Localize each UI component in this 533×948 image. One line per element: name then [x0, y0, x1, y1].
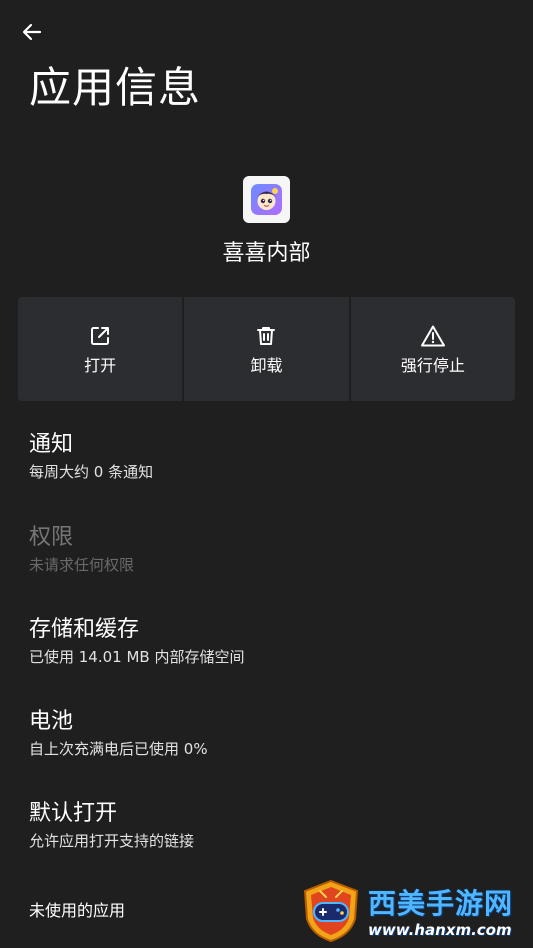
- setting-storage[interactable]: 存储和缓存 已使用 14.01 MB 内部存储空间: [29, 615, 509, 668]
- uninstall-label: 卸载: [250, 356, 283, 375]
- setting-open-by-default[interactable]: 默认打开 允许应用打开支持的链接: [29, 799, 509, 852]
- open-external-icon: [87, 323, 113, 349]
- setting-title: 权限: [29, 525, 74, 550]
- trash-icon: [253, 323, 279, 349]
- uninstall-button[interactable]: 卸载: [184, 297, 349, 401]
- setting-subtitle: 已使用 14.01 MB 内部存储空间: [29, 648, 245, 666]
- watermark-url: www.hanxm.com: [368, 921, 512, 939]
- back-button[interactable]: [14, 16, 50, 52]
- setting-title: 通知: [29, 432, 74, 457]
- setting-subtitle: 允许应用打开支持的链接: [29, 832, 195, 850]
- setting-battery[interactable]: 电池 自上次充满电后已使用 0%: [29, 707, 509, 760]
- setting-title: 电池: [29, 709, 74, 734]
- setting-title: 存储和缓存: [29, 617, 140, 642]
- app-actions: 打开 卸载 强行停止: [18, 297, 515, 401]
- setting-notifications[interactable]: 通知 每周大约 0 条通知: [29, 430, 509, 483]
- setting-permissions: 权限 未请求任何权限: [29, 523, 509, 576]
- open-button[interactable]: 打开: [18, 297, 183, 401]
- page-title: 应用信息: [29, 63, 202, 112]
- setting-title: 默认打开: [29, 801, 118, 826]
- warning-icon: [420, 323, 446, 349]
- setting-subtitle: 自上次充满电后已使用 0%: [29, 740, 208, 758]
- gamepad-badge-icon: [300, 879, 362, 947]
- setting-subtitle: 每周大约 0 条通知: [29, 463, 154, 481]
- setting-subtitle: 未请求任何权限: [29, 556, 135, 574]
- app-name: 喜喜内部: [222, 241, 311, 266]
- setting-title: 未使用的应用: [29, 901, 126, 920]
- force-stop-label: 强行停止: [400, 356, 465, 375]
- app-icon: [243, 176, 290, 223]
- open-label: 打开: [84, 356, 117, 375]
- setting-unused-apps[interactable]: 未使用的应用: [29, 900, 289, 922]
- arrow-left-icon: [20, 20, 44, 48]
- watermark: 西美手游网 www.hanxm.com: [300, 878, 533, 948]
- watermark-name: 西美手游网: [368, 887, 514, 920]
- force-stop-button[interactable]: 强行停止: [350, 297, 515, 401]
